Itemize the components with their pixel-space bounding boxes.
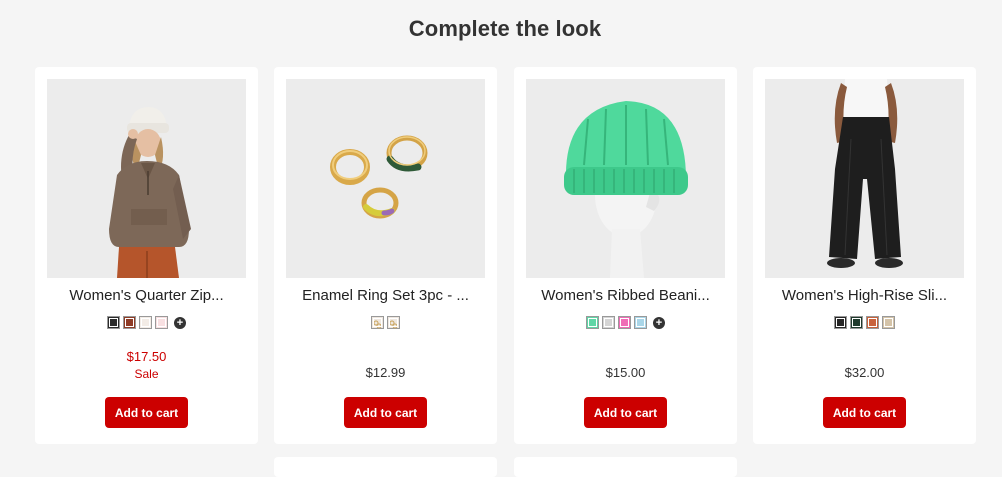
add-to-cart-button[interactable]: Add to cart bbox=[823, 397, 906, 428]
product-image[interactable] bbox=[765, 79, 964, 278]
product-title[interactable]: Women's Quarter Zip... bbox=[49, 287, 244, 304]
product-card[interactable]: Women's High-Rise Sli... $32.00 Add to c… bbox=[753, 67, 976, 444]
product-image[interactable] bbox=[286, 79, 485, 278]
product-price: $32.00 bbox=[844, 365, 885, 380]
plus-circle-icon[interactable]: + bbox=[174, 316, 186, 329]
color-swatch[interactable] bbox=[123, 316, 136, 329]
product-title[interactable]: Enamel Ring Set 3pc - ... bbox=[288, 287, 483, 304]
color-swatch[interactable] bbox=[107, 316, 120, 329]
plus-circle-icon[interactable]: + bbox=[653, 316, 665, 329]
color-swatch[interactable] bbox=[155, 316, 168, 329]
product-price: $15.00 bbox=[605, 365, 646, 380]
product-price: $12.99 bbox=[365, 365, 406, 380]
product-card-next-row bbox=[274, 457, 497, 477]
color-swatch[interactable] bbox=[139, 316, 152, 329]
color-swatches bbox=[753, 316, 976, 329]
product-image[interactable] bbox=[47, 79, 246, 278]
product-card-next-row bbox=[514, 457, 737, 477]
color-swatch[interactable] bbox=[586, 316, 599, 329]
product-title[interactable]: Women's Ribbed Beani... bbox=[528, 287, 723, 304]
product-image[interactable] bbox=[526, 79, 725, 278]
ring-swatch-icon[interactable] bbox=[371, 316, 384, 329]
product-price: $17.50 bbox=[126, 349, 167, 364]
color-swatch[interactable] bbox=[618, 316, 631, 329]
color-swatch[interactable] bbox=[602, 316, 615, 329]
color-swatches: + bbox=[514, 316, 737, 329]
sale-label: Sale bbox=[134, 367, 159, 381]
color-swatches bbox=[274, 316, 497, 329]
ring-swatch-icon[interactable] bbox=[387, 316, 400, 329]
color-swatch[interactable] bbox=[882, 316, 895, 329]
section-heading: Complete the look bbox=[408, 16, 602, 41]
product-title[interactable]: Women's High-Rise Sli... bbox=[767, 287, 962, 304]
color-swatches: + bbox=[35, 316, 258, 329]
add-to-cart-button[interactable]: Add to cart bbox=[344, 397, 427, 428]
product-card[interactable]: Enamel Ring Set 3pc - ... $12.99 Add to … bbox=[274, 67, 497, 444]
product-card[interactable]: Women's Quarter Zip... + $17.50 Sale Add… bbox=[35, 67, 258, 444]
color-swatch[interactable] bbox=[834, 316, 847, 329]
add-to-cart-button[interactable]: Add to cart bbox=[584, 397, 667, 428]
add-to-cart-button[interactable]: Add to cart bbox=[105, 397, 188, 428]
color-swatch[interactable] bbox=[634, 316, 647, 329]
color-swatch[interactable] bbox=[866, 316, 879, 329]
color-swatch[interactable] bbox=[850, 316, 863, 329]
product-card[interactable]: Women's Ribbed Beani... + $15.00 Add to … bbox=[514, 67, 737, 444]
